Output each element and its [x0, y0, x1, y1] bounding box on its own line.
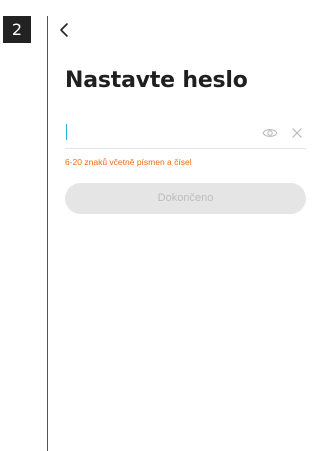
password-field-row [65, 118, 306, 149]
back-button[interactable] [58, 22, 72, 38]
password-input[interactable] [65, 122, 245, 144]
done-button[interactable]: Dokončeno [65, 183, 306, 214]
step-number-badge: 2 [3, 16, 31, 43]
close-icon [292, 128, 302, 138]
phone-frame-edge [47, 16, 48, 451]
page-title: Nastavte heslo [65, 68, 248, 93]
eye-icon [262, 129, 278, 137]
text-caret [66, 124, 67, 140]
show-password-button[interactable] [262, 126, 278, 140]
clear-password-button[interactable] [291, 126, 303, 138]
chevron-left-icon [60, 23, 68, 37]
password-requirements-hint: 6-20 znaků včetně písmen a čísel [65, 157, 192, 167]
